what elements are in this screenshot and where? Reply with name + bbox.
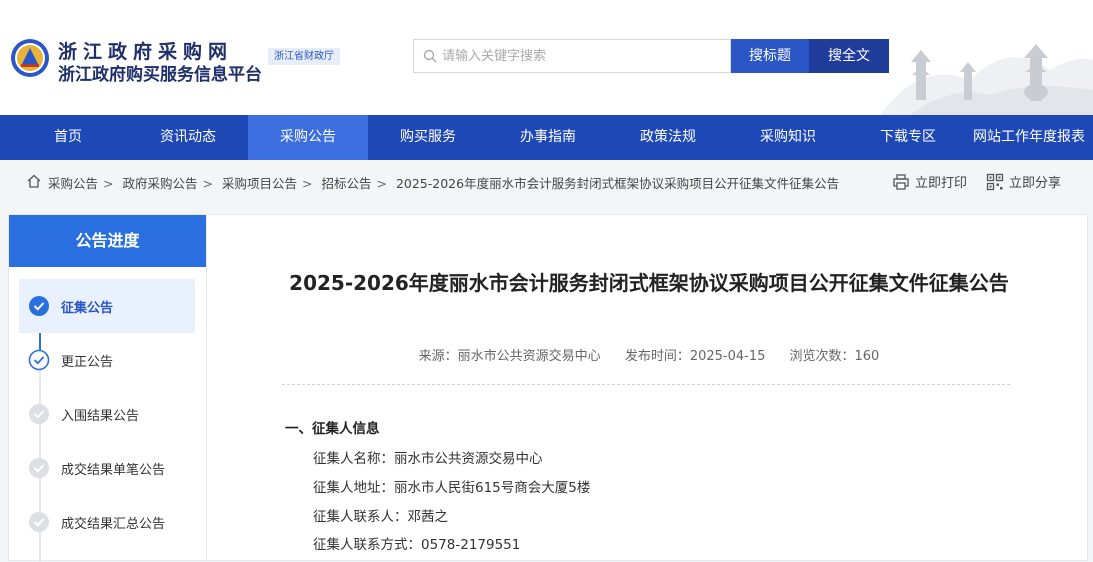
step-shortlist-result[interactable]: 入围结果公告 — [19, 387, 195, 441]
nav-item-procurement-notices[interactable]: 采购公告 — [248, 115, 368, 160]
step-single-deal-result[interactable]: 成交结果单笔公告 — [19, 441, 195, 495]
step-label: 征集公告 — [61, 301, 114, 316]
government-emblem-icon — [11, 39, 49, 77]
search-input[interactable] — [442, 40, 727, 72]
site-subtitle[interactable]: 浙江政府购买服务信息平台 — [58, 60, 262, 85]
step-label: 入围结果公告 — [61, 409, 140, 424]
breadcrumb-separator: > — [376, 176, 387, 191]
nav-item-downloads[interactable]: 下载专区 — [848, 115, 968, 160]
home-icon[interactable] — [26, 173, 42, 189]
breadcrumb-separator: > — [301, 176, 313, 191]
qr-code-icon — [986, 173, 1004, 190]
check-outline-icon — [28, 349, 50, 371]
nav-item-policy[interactable]: 政策法规 — [608, 115, 728, 160]
breadcrumb-link[interactable]: 招标公告 — [321, 176, 371, 191]
search-fulltext-button[interactable]: 搜全文 — [809, 39, 889, 73]
article-publish-time: 发布时间：2025-04-15 — [624, 349, 766, 364]
breadcrumb-link[interactable]: 政府采购公告 — [122, 176, 197, 191]
nav-item-purchase-services[interactable]: 购买服务 — [368, 115, 488, 160]
share-label: 立即分享 — [1009, 176, 1062, 191]
info-line-address: 征集人地址：丽水市人民街615号商会大厦5楼 — [313, 480, 591, 496]
info-line-phone: 征集人联系方式：0578-2179551 — [313, 537, 521, 553]
section-heading: 一、征集人信息 — [285, 421, 380, 437]
info-line-name: 征集人名称：丽水市公共资源交易中心 — [313, 451, 543, 467]
step-label: 成交结果单笔公告 — [61, 463, 166, 478]
meta-divider — [282, 384, 1010, 385]
breadcrumb: 采购公告 > 政府采购公告 > 采购项目公告 > 招标公告 > 2025-2026年度丽… — [48, 173, 839, 192]
main-navigation: 首页 资讯动态 采购公告 购买服务 办事指南 政策法规 采购知识 下载专区 网站… — [0, 115, 1093, 160]
step-correction-notice[interactable]: 更正公告 — [19, 333, 195, 387]
nav-item-knowledge[interactable]: 采购知识 — [728, 115, 848, 160]
breadcrumb-separator: > — [202, 176, 213, 191]
breadcrumb-link[interactable]: 采购项目公告 — [222, 176, 297, 191]
check-pending-icon — [29, 404, 49, 424]
breadcrumb-link[interactable]: 采购公告 — [48, 176, 98, 191]
search-icon — [423, 49, 437, 63]
printer-icon — [893, 173, 909, 190]
breadcrumb-separator: > — [103, 176, 114, 191]
check-pending-icon — [29, 458, 49, 478]
share-button[interactable]: 立即分享 — [986, 172, 1061, 192]
pagoda-decoration — [880, 44, 1093, 115]
search-title-button[interactable]: 搜标题 — [731, 39, 809, 73]
nav-item-home[interactable]: 首页 — [8, 115, 128, 160]
check-pending-icon — [29, 512, 49, 532]
search-box — [413, 39, 731, 73]
print-label: 立即打印 — [915, 176, 968, 191]
step-collection-notice[interactable]: 征集公告 — [19, 279, 195, 333]
step-label: 更正公告 — [61, 355, 114, 370]
print-button[interactable]: 立即打印 — [892, 172, 967, 192]
article-meta: 来源：丽水市公共资源交易中心 发布时间：2025-04-15 浏览次数：160 — [280, 345, 1018, 364]
article-source: 来源：丽水市公共资源交易中心 — [418, 349, 601, 364]
nav-item-news[interactable]: 资讯动态 — [128, 115, 248, 160]
step-summary-deal-result[interactable]: 成交结果汇总公告 — [19, 495, 195, 549]
info-line-contact: 征集人联系人：邓茜之 — [313, 509, 448, 525]
check-filled-icon — [29, 296, 49, 316]
notice-progress-sidebar: 公告进度 征集公告 更正公告 入围结果公告 成交结果单笔公告 成交结果汇总公告 — [8, 214, 207, 562]
step-label: 成交结果汇总公告 — [61, 517, 166, 532]
site-header: 浙江政府采购网 浙江政府购买服务信息平台 浙江省财政厅 搜标题 搜全文 — [0, 0, 1093, 115]
nav-item-annual-report[interactable]: 网站工作年度报表 — [968, 115, 1090, 160]
sidebar-title: 公告进度 — [9, 215, 206, 267]
article-title: 2025-2026年度丽水市会计服务封闭式框架协议采购项目公开征集文件征集公告 — [289, 271, 1009, 295]
article-views: 浏览次数：160 — [789, 349, 880, 364]
breadcrumb-current: 2025-2026年度丽水市会计服务封闭式框架协议采购项目公开征集文件征集公告 — [395, 176, 840, 191]
nav-item-guide[interactable]: 办事指南 — [488, 115, 608, 160]
department-tag: 浙江省财政厅 — [268, 48, 340, 65]
